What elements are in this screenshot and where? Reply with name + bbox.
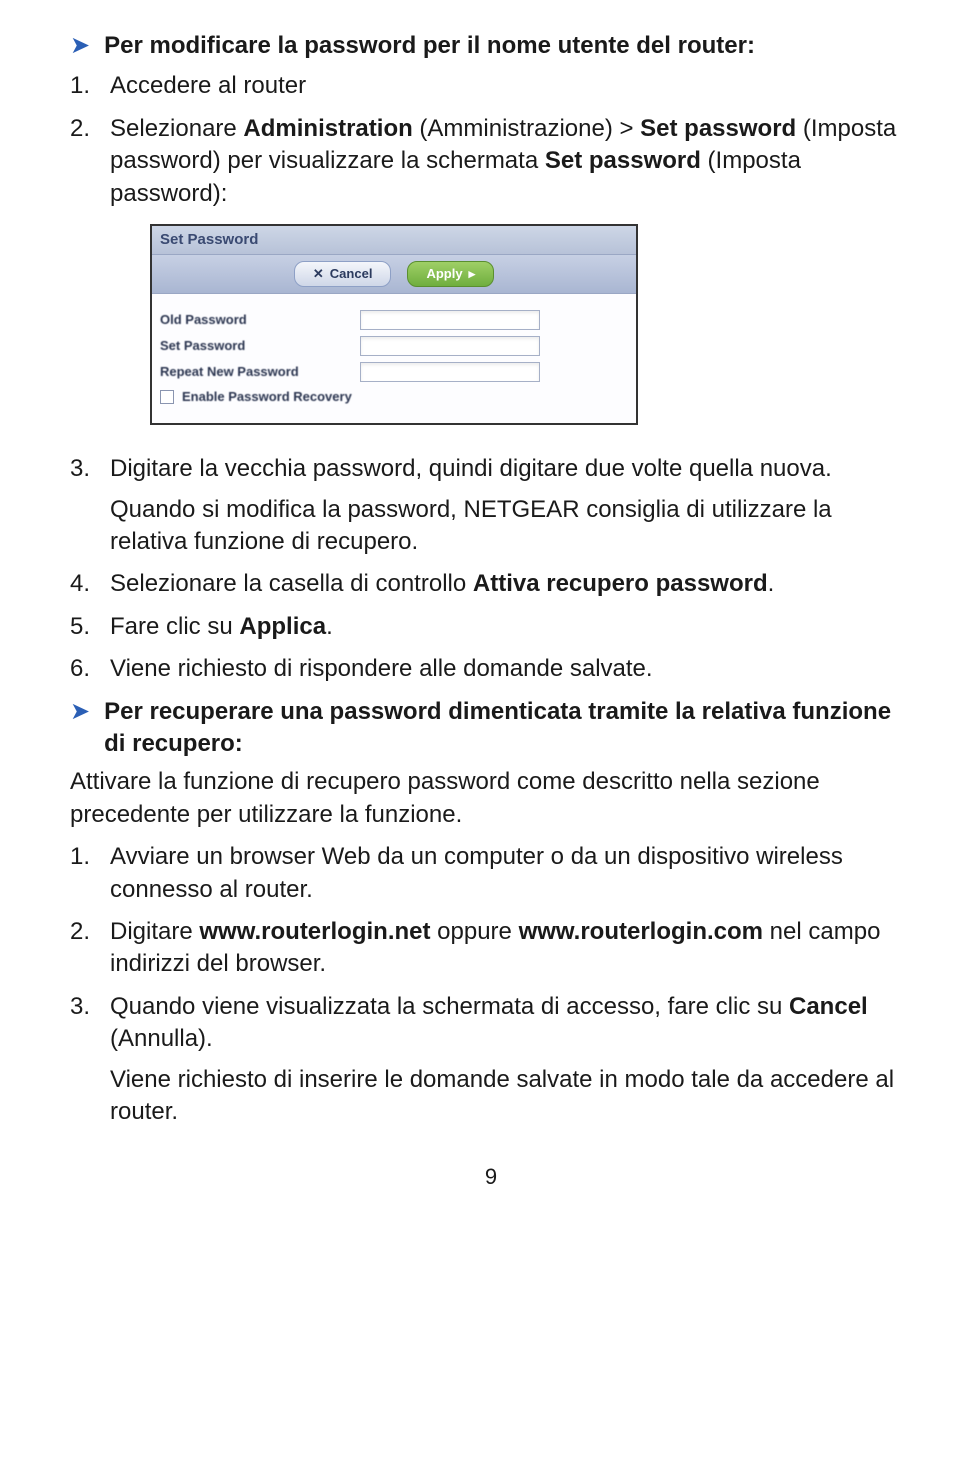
form-row: Enable Password Recovery [160, 388, 628, 406]
heading-text: Per modificare la password per il nome u… [104, 30, 755, 62]
chevron-right-icon: ▸ [469, 265, 476, 283]
item-number: 1. [70, 70, 110, 102]
close-icon: ✕ [313, 265, 324, 283]
form-row: Old Password [160, 310, 628, 330]
page-number: 9 [70, 1162, 912, 1192]
item-number: 2. [70, 113, 110, 444]
intro-text: Attivare la funzione di recupero passwor… [70, 766, 912, 831]
list-item: 2. Digitare www.routerlogin.net oppure w… [70, 916, 912, 981]
list-item: 1. Accedere al router [70, 70, 912, 102]
item-number: 5. [70, 611, 110, 643]
heading-text: Per recuperare una password dimenticata … [104, 696, 912, 761]
item-text: Selezionare la casella di controllo Atti… [110, 568, 912, 600]
set-password-input[interactable] [360, 336, 540, 356]
item-text: Viene richiesto di rispondere alle doman… [110, 653, 912, 685]
form-row: Repeat New Password [160, 362, 628, 382]
apply-button[interactable]: Apply▸ [407, 261, 494, 287]
screenshot-title: Set Password [152, 226, 636, 255]
item-text: Quando si modifica la password, NETGEAR … [110, 494, 912, 559]
list-item: 5. Fare clic su Applica. [70, 611, 912, 643]
list-item: 3. Digitare la vecchia password, quindi … [70, 453, 912, 558]
cancel-button[interactable]: ✕Cancel [294, 261, 392, 287]
embedded-screenshot: Set Password ✕Cancel Apply▸ Old Password… [150, 224, 638, 425]
field-label: Old Password [160, 311, 360, 329]
item-text: Selezionare Administration (Amministrazi… [110, 113, 912, 210]
procedure-heading-2: ➤ Per recuperare una password dimenticat… [70, 696, 912, 761]
procedure-list-1: 1. Accedere al router 2. Selezionare Adm… [70, 70, 912, 685]
document-page: ➤ Per modificare la password per il nome… [0, 0, 960, 1212]
list-item: 2. Selezionare Administration (Amministr… [70, 113, 912, 444]
form-row: Set Password [160, 336, 628, 356]
screenshot-form: Old Password Set Password Repeat New Pas… [152, 294, 636, 424]
old-password-input[interactable] [360, 310, 540, 330]
item-text: Digitare www.routerlogin.net oppure www.… [110, 916, 912, 981]
arrow-icon: ➤ [70, 696, 90, 728]
item-number: 2. [70, 916, 110, 981]
field-label: Repeat New Password [160, 363, 360, 381]
item-text: Digitare la vecchia password, quindi dig… [110, 453, 912, 485]
item-number: 6. [70, 653, 110, 685]
item-text: Quando viene visualizzata la schermata d… [110, 991, 912, 1056]
item-text: Accedere al router [110, 70, 912, 102]
procedure-heading-1: ➤ Per modificare la password per il nome… [70, 30, 912, 62]
list-item: 3. Quando viene visualizzata la schermat… [70, 991, 912, 1129]
screenshot-button-bar: ✕Cancel Apply▸ [152, 255, 636, 294]
arrow-icon: ➤ [70, 30, 90, 62]
enable-recovery-checkbox[interactable] [160, 390, 174, 404]
item-number: 3. [70, 991, 110, 1129]
list-item: 6. Viene richiesto di rispondere alle do… [70, 653, 912, 685]
repeat-password-input[interactable] [360, 362, 540, 382]
item-text: Fare clic su Applica. [110, 611, 912, 643]
field-label: Enable Password Recovery [182, 388, 352, 406]
list-item: 1. Avviare un browser Web da un computer… [70, 841, 912, 906]
item-number: 4. [70, 568, 110, 600]
procedure-list-2: 1. Avviare un browser Web da un computer… [70, 841, 912, 1128]
item-number: 3. [70, 453, 110, 558]
item-text: Avviare un browser Web da un computer o … [110, 841, 912, 906]
field-label: Set Password [160, 337, 360, 355]
item-number: 1. [70, 841, 110, 906]
list-item: 4. Selezionare la casella di controllo A… [70, 568, 912, 600]
item-text: Viene richiesto di inserire le domande s… [110, 1064, 912, 1129]
